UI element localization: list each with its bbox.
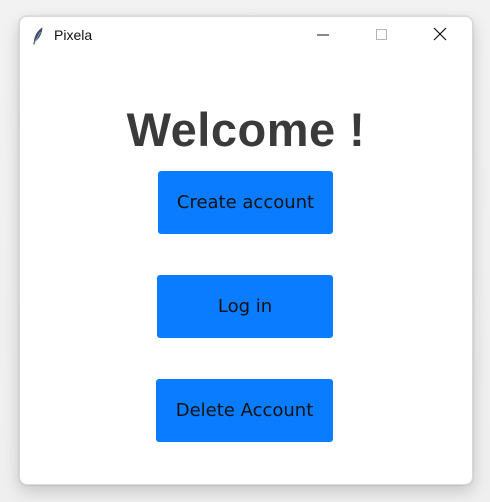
maximize-button[interactable]: [357, 17, 407, 54]
window-title: Pixela: [54, 27, 93, 43]
delete-account-button[interactable]: Delete Account: [156, 379, 333, 442]
minimize-icon: [317, 26, 329, 45]
app-window: Pixela Welcome ! Create account Log in D…: [19, 16, 473, 485]
close-icon: [433, 26, 447, 45]
login-button[interactable]: Log in: [157, 275, 333, 338]
create-account-button[interactable]: Create account: [158, 171, 333, 234]
main-content: Welcome ! Create account Log in Delete A…: [20, 54, 472, 484]
maximize-icon: [376, 26, 388, 45]
feather-icon: [31, 26, 45, 46]
close-button[interactable]: [415, 17, 465, 54]
welcome-heading: Welcome !: [126, 103, 366, 156]
title-bar[interactable]: Pixela: [20, 17, 472, 54]
minimize-button[interactable]: [298, 17, 348, 54]
